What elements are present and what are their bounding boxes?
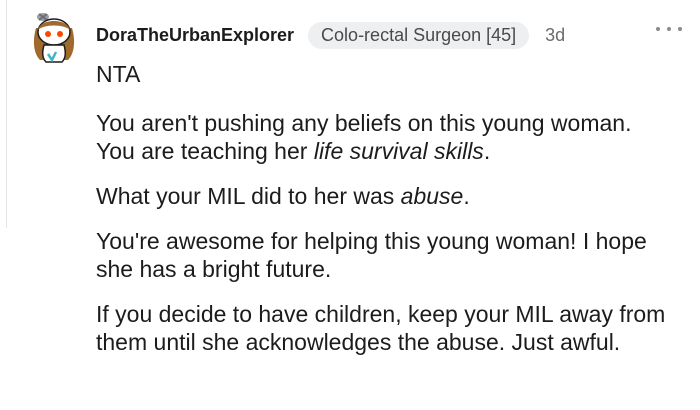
comment-header: DoraTheUrbanExplorer Colo-rectal Surgeon… [96, 20, 670, 50]
user-flair: Colo-rectal Surgeon [45] [308, 21, 530, 49]
comment-body: NTA You aren't pushing any beliefs on th… [96, 60, 676, 356]
comment-age: 3d [545, 24, 566, 45]
thread-line[interactable] [6, 0, 7, 228]
comment-paragraph: You're awesome for helping this young wo… [96, 228, 647, 282]
comment-paragraph: You aren't pushing any beliefs on this y… [96, 110, 632, 164]
comment-paragraph: If you decide to have children, keep you… [96, 301, 666, 355]
username[interactable]: DoraTheUrbanExplorer [96, 25, 294, 46]
more-options-icon[interactable] [656, 22, 682, 36]
snoo-avatar-icon [33, 13, 75, 63]
verdict-text: NTA [96, 61, 141, 87]
comment-paragraph: What your MIL did to her was abuse. [96, 183, 470, 209]
user-avatar[interactable] [28, 8, 80, 64]
